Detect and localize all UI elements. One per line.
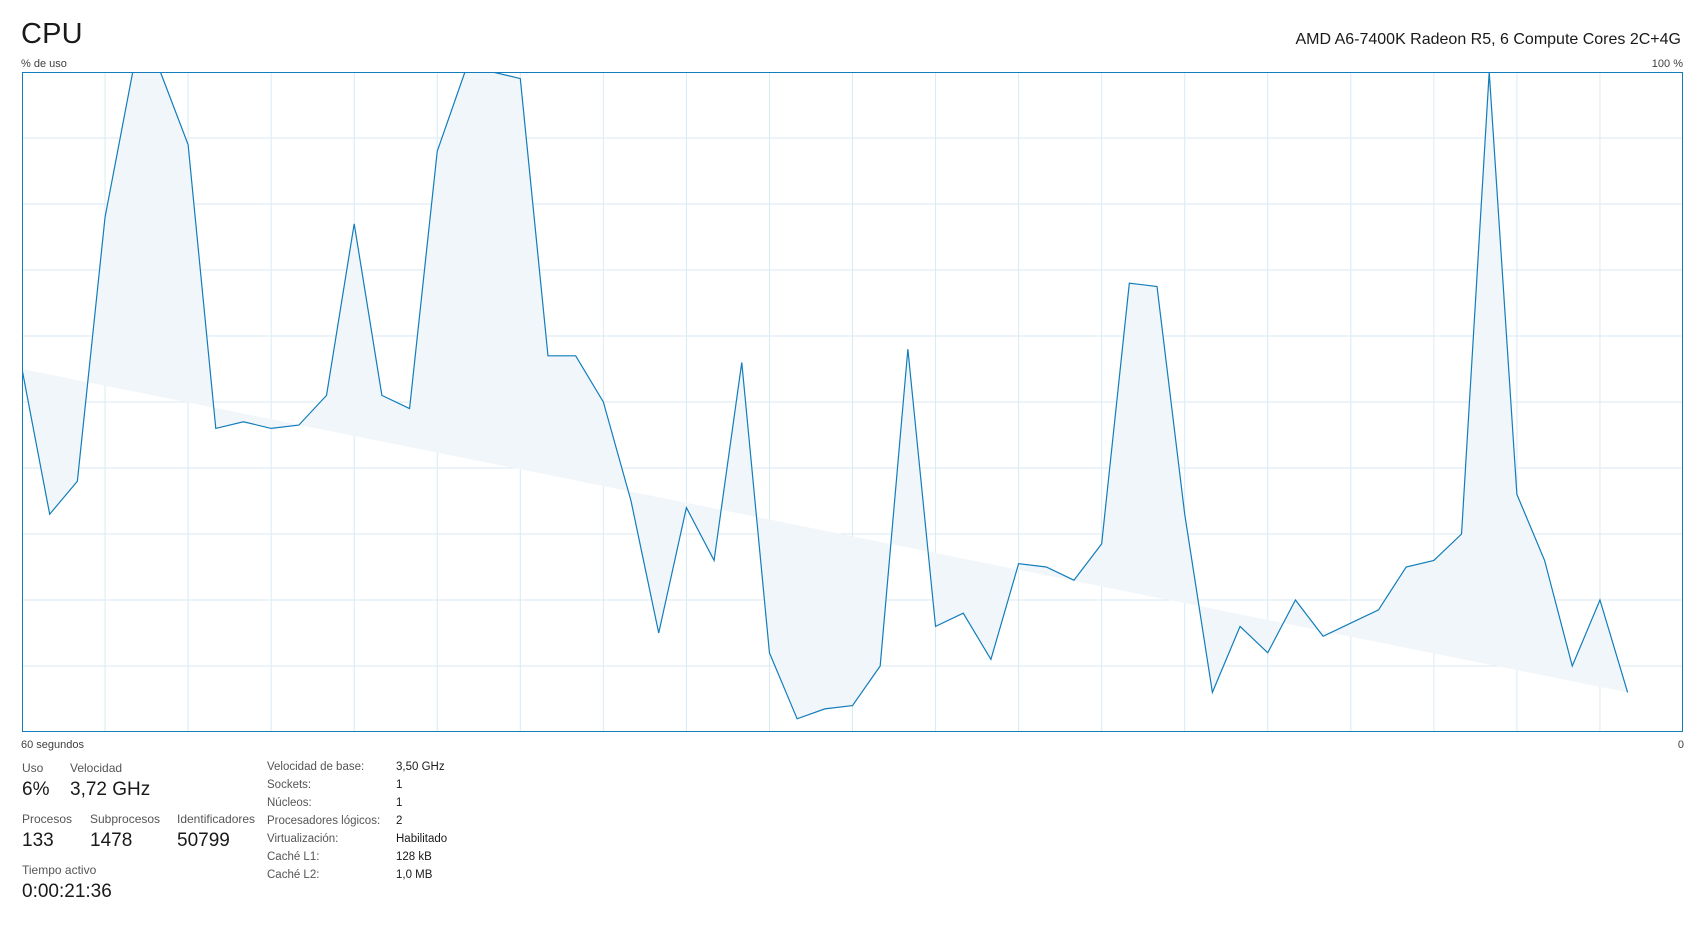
x-axis-min-label: 0 [1677,739,1684,751]
spec-label-sockets: Sockets: [267,779,312,791]
spec-value-cores: 1 [396,797,403,809]
spec-label-l2-cache: Caché L2: [267,869,320,881]
threads-label: Subprocesos [90,812,161,826]
page-title: CPU [21,18,83,50]
spec-label-l1-cache: Caché L1: [267,851,320,863]
cpu-model-name: AMD A6-7400K Radeon R5, 6 Compute Cores … [1295,31,1681,48]
cpu-usage-chart [22,72,1683,732]
y-axis-label: % de uso [21,58,67,70]
processes-label: Procesos [22,812,73,826]
usage-value: 6% [22,779,50,800]
uptime-label: Tiempo activo [22,863,97,877]
speed-value: 3,72 GHz [70,779,151,800]
spec-value-l1-cache: 128 kB [396,851,432,863]
cpu-usage-area [22,72,1628,719]
spec-value-base-speed: 3,50 GHz [396,761,445,773]
y-axis-max-label: 100 % [1651,58,1683,70]
spec-value-logical-processors: 2 [396,815,403,827]
spec-label-virtualization: Virtualización: [267,833,339,845]
spec-label-base-speed: Velocidad de base: [267,761,365,773]
spec-value-virtualization: Habilitado [396,833,448,845]
uptime-value: 0:00:21:36 [22,881,112,902]
speed-label: Velocidad [70,761,123,775]
spec-value-sockets: 1 [396,779,403,791]
threads-value: 1478 [90,830,133,851]
spec-label-cores: Núcleos: [267,797,312,809]
handles-label: Identificadores [177,812,256,826]
usage-label: Uso [22,761,44,775]
x-axis-label: 60 segundos [21,739,84,751]
spec-value-l2-cache: 1,0 MB [396,869,433,881]
processes-value: 133 [22,830,54,851]
spec-label-logical-processors: Procesadores lógicos: [267,815,381,827]
handles-value: 50799 [177,830,230,851]
